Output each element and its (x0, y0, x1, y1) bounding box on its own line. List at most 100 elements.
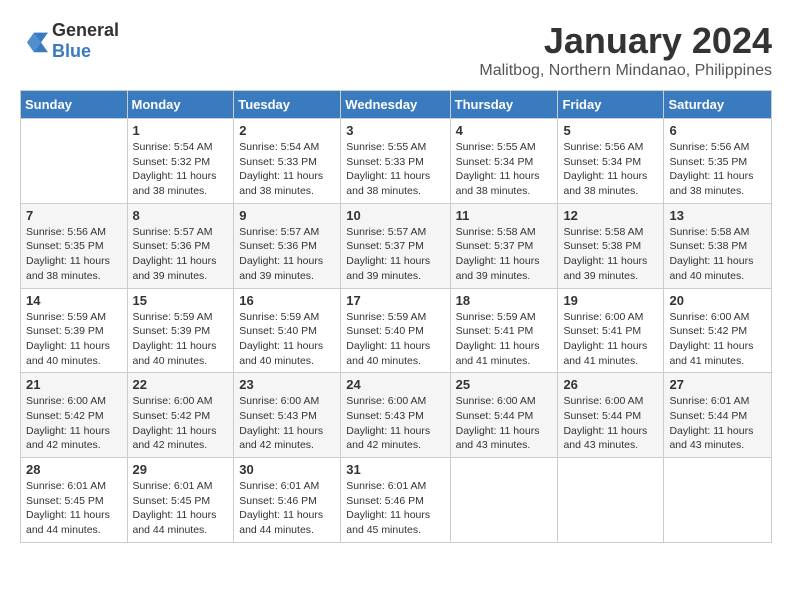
day-info: Sunrise: 6:00 AM Sunset: 5:43 PM Dayligh… (346, 394, 444, 453)
day-number: 29 (133, 462, 229, 477)
day-number: 31 (346, 462, 444, 477)
day-number: 30 (239, 462, 335, 477)
calendar-cell: 5Sunrise: 5:56 AM Sunset: 5:34 PM Daylig… (558, 119, 664, 204)
calendar-body: 1Sunrise: 5:54 AM Sunset: 5:32 PM Daylig… (21, 119, 772, 543)
day-number: 11 (456, 208, 553, 223)
logo-text: General Blue (52, 20, 119, 62)
logo-general-text: General (52, 20, 119, 40)
page-header: General Blue January 2024 Malitbog, Nort… (20, 20, 772, 80)
location-subtitle: Malitbog, Northern Mindanao, Philippines (479, 62, 772, 80)
day-info: Sunrise: 6:01 AM Sunset: 5:45 PM Dayligh… (133, 479, 229, 538)
calendar-cell: 4Sunrise: 5:55 AM Sunset: 5:34 PM Daylig… (450, 119, 558, 204)
day-number: 8 (133, 208, 229, 223)
day-info: Sunrise: 6:00 AM Sunset: 5:43 PM Dayligh… (239, 394, 335, 453)
calendar-week-row: 1Sunrise: 5:54 AM Sunset: 5:32 PM Daylig… (21, 119, 772, 204)
day-number: 23 (239, 377, 335, 392)
day-info: Sunrise: 6:00 AM Sunset: 5:42 PM Dayligh… (133, 394, 229, 453)
day-info: Sunrise: 6:01 AM Sunset: 5:46 PM Dayligh… (239, 479, 335, 538)
weekday-header-cell: Wednesday (341, 91, 450, 119)
day-info: Sunrise: 5:57 AM Sunset: 5:36 PM Dayligh… (239, 225, 335, 284)
day-number: 9 (239, 208, 335, 223)
calendar-cell: 19 Sunrise: 6:00 AM Sunset: 5:41 PM Dayli… (558, 288, 664, 373)
day-number: 21 (26, 377, 122, 392)
day-info: Sunrise: 5:56 AM Sunset: 5:35 PM Dayligh… (669, 140, 766, 199)
calendar-cell: 2Sunrise: 5:54 AM Sunset: 5:33 PM Daylig… (234, 119, 341, 204)
calendar-cell: 3 Sunrise: 5:55 AM Sunset: 5:33 PM Daylig… (341, 119, 450, 204)
day-number: 22 (133, 377, 229, 392)
calendar-cell: 18 Sunrise: 5:59 AM Sunset: 5:41 PM Dayli… (450, 288, 558, 373)
day-number: 26 (563, 377, 658, 392)
calendar-cell: 20 Sunrise: 6:00 AM Sunset: 5:42 PM Dayli… (664, 288, 772, 373)
day-info: Sunrise: 5:59 AM Sunset: 5:39 PM Dayligh… (133, 310, 229, 369)
calendar-cell: 28 Sunrise: 6:01 AM Sunset: 5:45 PM Dayli… (21, 458, 128, 543)
calendar-cell: 21 Sunrise: 6:00 AM Sunset: 5:42 PM Dayli… (21, 373, 128, 458)
logo-blue-text: Blue (52, 41, 91, 61)
weekday-header-cell: Thursday (450, 91, 558, 119)
day-info: Sunrise: 5:59 AM Sunset: 5:40 PM Dayligh… (346, 310, 444, 369)
weekday-header-cell: Sunday (21, 91, 128, 119)
day-info: Sunrise: 6:00 AM Sunset: 5:44 PM Dayligh… (563, 394, 658, 453)
day-info: Sunrise: 6:00 AM Sunset: 5:42 PM Dayligh… (669, 310, 766, 369)
calendar-cell: 29 Sunrise: 6:01 AM Sunset: 5:45 PM Dayli… (127, 458, 234, 543)
day-info: Sunrise: 5:57 AM Sunset: 5:37 PM Dayligh… (346, 225, 444, 284)
logo-icon (20, 27, 48, 55)
day-number: 12 (563, 208, 658, 223)
day-info: Sunrise: 5:56 AM Sunset: 5:35 PM Dayligh… (26, 225, 122, 284)
weekday-header-cell: Friday (558, 91, 664, 119)
calendar-cell: 16 Sunrise: 5:59 AM Sunset: 5:40 PM Dayli… (234, 288, 341, 373)
calendar-cell: 13Sunrise: 5:58 AM Sunset: 5:38 PM Dayli… (664, 203, 772, 288)
calendar-week-row: 7 Sunrise: 5:56 AM Sunset: 5:35 PM Daylig… (21, 203, 772, 288)
day-number: 24 (346, 377, 444, 392)
weekday-header-cell: Monday (127, 91, 234, 119)
calendar-cell: 24 Sunrise: 6:00 AM Sunset: 5:43 PM Dayli… (341, 373, 450, 458)
day-number: 6 (669, 123, 766, 138)
day-info: Sunrise: 5:58 AM Sunset: 5:38 PM Dayligh… (563, 225, 658, 284)
day-info: Sunrise: 6:00 AM Sunset: 5:44 PM Dayligh… (456, 394, 553, 453)
month-year-title: January 2024 (479, 20, 772, 62)
weekday-header-cell: Saturday (664, 91, 772, 119)
title-block: January 2024 Malitbog, Northern Mindanao… (479, 20, 772, 80)
calendar-week-row: 21 Sunrise: 6:00 AM Sunset: 5:42 PM Dayli… (21, 373, 772, 458)
calendar-cell: 14Sunrise: 5:59 AM Sunset: 5:39 PM Dayli… (21, 288, 128, 373)
calendar-cell: 26 Sunrise: 6:00 AM Sunset: 5:44 PM Dayli… (558, 373, 664, 458)
day-number: 27 (669, 377, 766, 392)
day-info: Sunrise: 6:01 AM Sunset: 5:45 PM Dayligh… (26, 479, 122, 538)
calendar-cell (21, 119, 128, 204)
day-number: 15 (133, 293, 229, 308)
day-number: 16 (239, 293, 335, 308)
calendar-table: SundayMondayTuesdayWednesdayThursdayFrid… (20, 90, 772, 543)
day-info: Sunrise: 5:58 AM Sunset: 5:38 PM Dayligh… (669, 225, 766, 284)
day-info: Sunrise: 6:00 AM Sunset: 5:41 PM Dayligh… (563, 310, 658, 369)
day-number: 7 (26, 208, 122, 223)
calendar-cell: 8 Sunrise: 5:57 AM Sunset: 5:36 PM Daylig… (127, 203, 234, 288)
calendar-cell (558, 458, 664, 543)
calendar-cell: 23 Sunrise: 6:00 AM Sunset: 5:43 PM Dayli… (234, 373, 341, 458)
day-number: 28 (26, 462, 122, 477)
day-info: Sunrise: 5:58 AM Sunset: 5:37 PM Dayligh… (456, 225, 553, 284)
calendar-cell: 7 Sunrise: 5:56 AM Sunset: 5:35 PM Daylig… (21, 203, 128, 288)
day-info: Sunrise: 5:55 AM Sunset: 5:33 PM Dayligh… (346, 140, 444, 199)
day-number: 19 (563, 293, 658, 308)
day-info: Sunrise: 5:54 AM Sunset: 5:33 PM Dayligh… (239, 140, 335, 199)
calendar-cell: 6 Sunrise: 5:56 AM Sunset: 5:35 PM Daylig… (664, 119, 772, 204)
calendar-cell: 11 Sunrise: 5:58 AM Sunset: 5:37 PM Dayli… (450, 203, 558, 288)
calendar-cell: 12 Sunrise: 5:58 AM Sunset: 5:38 PM Dayli… (558, 203, 664, 288)
day-number: 18 (456, 293, 553, 308)
day-number: 25 (456, 377, 553, 392)
day-info: Sunrise: 5:59 AM Sunset: 5:41 PM Dayligh… (456, 310, 553, 369)
day-info: Sunrise: 5:57 AM Sunset: 5:36 PM Dayligh… (133, 225, 229, 284)
day-number: 10 (346, 208, 444, 223)
calendar-cell: 31 Sunrise: 6:01 AM Sunset: 5:46 PM Dayli… (341, 458, 450, 543)
calendar-cell: 27 Sunrise: 6:01 AM Sunset: 5:44 PM Dayli… (664, 373, 772, 458)
day-info: Sunrise: 5:55 AM Sunset: 5:34 PM Dayligh… (456, 140, 553, 199)
day-info: Sunrise: 6:00 AM Sunset: 5:42 PM Dayligh… (26, 394, 122, 453)
weekday-header-row: SundayMondayTuesdayWednesdayThursdayFrid… (21, 91, 772, 119)
calendar-cell (450, 458, 558, 543)
calendar-cell: 15 Sunrise: 5:59 AM Sunset: 5:39 PM Dayli… (127, 288, 234, 373)
day-number: 3 (346, 123, 444, 138)
day-info: Sunrise: 5:59 AM Sunset: 5:40 PM Dayligh… (239, 310, 335, 369)
day-info: Sunrise: 6:01 AM Sunset: 5:46 PM Dayligh… (346, 479, 444, 538)
day-number: 20 (669, 293, 766, 308)
calendar-cell: 22 Sunrise: 6:00 AM Sunset: 5:42 PM Dayli… (127, 373, 234, 458)
day-info: Sunrise: 6:01 AM Sunset: 5:44 PM Dayligh… (669, 394, 766, 453)
